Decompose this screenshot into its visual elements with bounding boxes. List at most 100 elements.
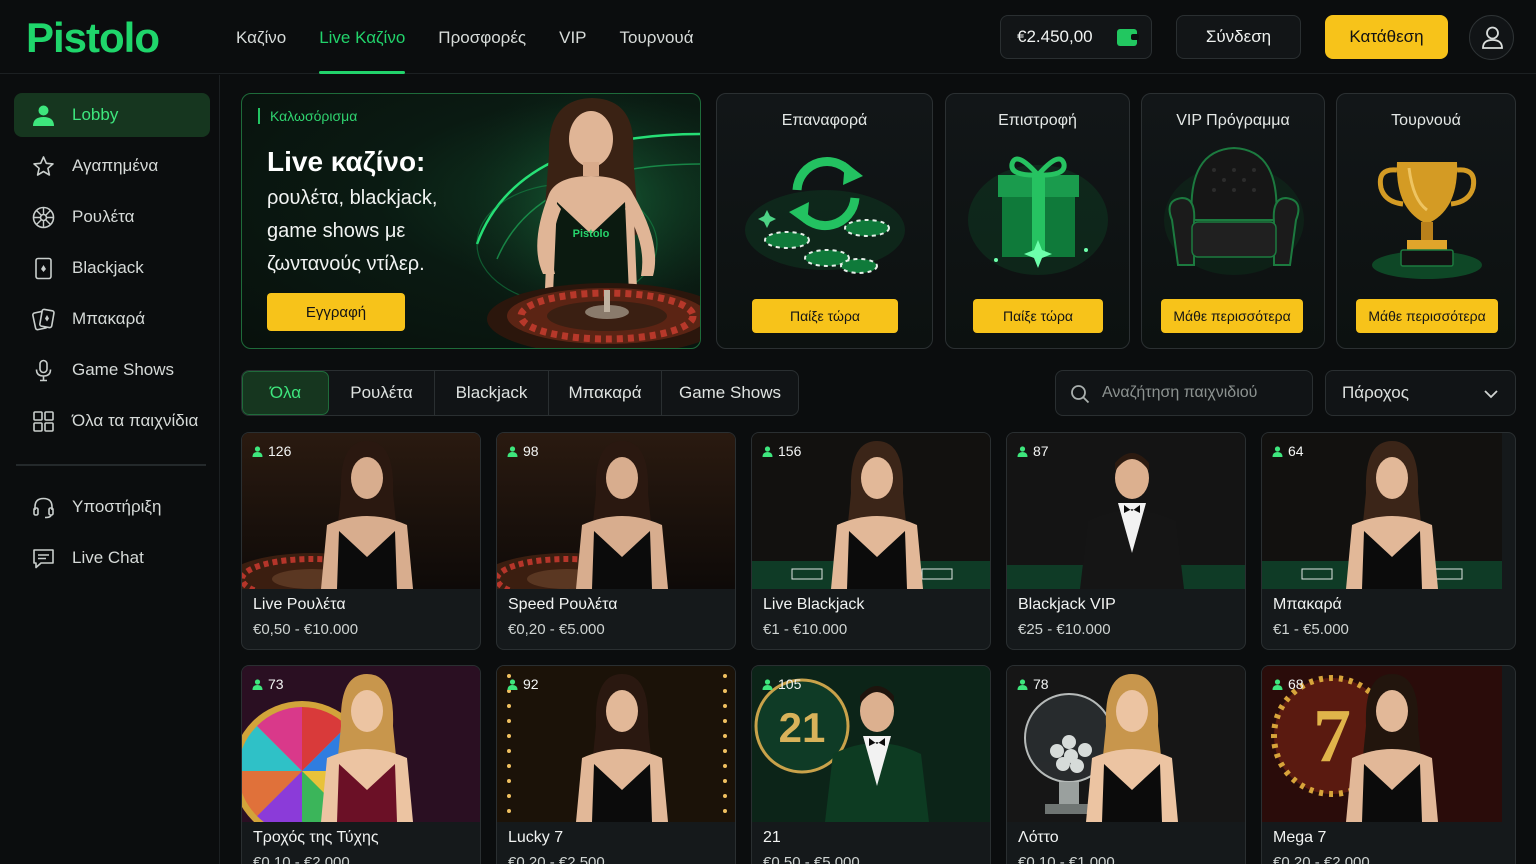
sidebar-item-lobby[interactable]: Lobby [14, 93, 210, 137]
hero-banner: Pistolo Καλωσόρισμα Live καζίνο: ρουλέτα… [241, 93, 701, 349]
game-title: Live Blackjack [763, 596, 865, 613]
search-input[interactable] [1102, 371, 1302, 415]
player-count-value: 156 [778, 443, 802, 459]
sidebar-item-support[interactable]: Υποστήριξη [14, 485, 210, 529]
promo-card-tournaments[interactable]: Τουρνουά Μάθε περισσότερα [1336, 93, 1516, 349]
filter-tab-blackjack[interactable]: Blackjack [435, 371, 549, 415]
promo-learn-more-button[interactable]: Μάθε περισσότερα [1161, 299, 1303, 333]
sidebar-item-live-chat[interactable]: Live Chat [14, 536, 210, 580]
brand-logo[interactable]: Pistolo [26, 14, 160, 62]
sidebar-item-label: Game Shows [72, 360, 175, 379]
game-title: Λόττο [1018, 829, 1059, 846]
sidebar-item-label: Blackjack [72, 258, 144, 277]
game-bet-limits: €0,20 - €2.500 [508, 854, 605, 864]
sidebar-item-all-games[interactable]: Όλα τα παιχνίδια [14, 399, 210, 443]
nav-live-casino[interactable]: Live Καζίνο [319, 0, 406, 74]
top-bar: Pistolo Καζίνο Live Καζίνο Προσφορές VIP… [0, 0, 1536, 74]
nav-casino[interactable]: Καζίνο [236, 0, 286, 74]
chat-icon [33, 549, 54, 569]
game-card[interactable]: 98 Speed Ρουλέτα €0,20 - €5.000 [496, 432, 736, 650]
sidebar-item-label: Υποστήριξη [72, 497, 162, 516]
promo-title: Τουρνουά [1391, 112, 1461, 129]
balance-amount: €2.450,00 [1017, 27, 1093, 46]
game-card[interactable]: 78 Λόττο €0,10 - €1.000 [1006, 665, 1246, 864]
player-count-value: 68 [1288, 676, 1304, 692]
promo-card-vip[interactable]: VIP Πρόγραμμα Μάθε περισσότερα [1141, 93, 1325, 349]
player-count-value: 64 [1288, 443, 1304, 459]
game-card[interactable]: 7 68 Mega 7 €0,20 - €2.000 [1261, 665, 1516, 864]
user-icon [1272, 678, 1283, 690]
sidebar-item-label: Αγαπημένα [72, 156, 159, 175]
sidebar-item-baccarat[interactable]: Μπακαρά [14, 297, 210, 341]
user-icon [1272, 445, 1283, 457]
sidebar-item-blackjack[interactable]: Blackjack [14, 246, 210, 290]
dealer-roulette-illustration: Pistolo [457, 94, 700, 348]
account-avatar-button[interactable] [1469, 15, 1514, 60]
deposit-button[interactable]: Κατάθεση [1325, 15, 1448, 59]
filter-tab-roulette[interactable]: Ρουλέτα [329, 371, 435, 415]
game-card[interactable]: 87 Blackjack VIP €25 - €10.000 [1006, 432, 1246, 650]
game-card[interactable]: 126 Live Ρουλέτα €0,50 - €10.000 [241, 432, 481, 650]
player-count-value: 73 [268, 676, 284, 692]
user-icon [1017, 445, 1028, 457]
user-icon [762, 445, 773, 457]
user-icon [252, 445, 263, 457]
game-card[interactable]: 92 Lucky 7 €0,20 - €2.500 [496, 665, 736, 864]
player-count-value: 78 [1033, 676, 1049, 692]
player-count: 64 [1272, 443, 1304, 459]
user-icon [507, 678, 518, 690]
promo-card-reload[interactable]: Επαναφορά Παίξε τώρα [716, 93, 933, 349]
wallet-icon [1117, 29, 1139, 46]
cards-icon [32, 308, 55, 331]
player-count-value: 92 [523, 676, 539, 692]
nav-vip[interactable]: VIP [559, 0, 586, 74]
game-title: Mega 7 [1273, 829, 1327, 846]
trophy-icon [1372, 162, 1482, 279]
game-card[interactable]: 21 105 21 €0,50 - €5.000 [751, 665, 991, 864]
filter-tab-game-shows[interactable]: Game Shows [662, 371, 798, 415]
balance-display[interactable]: €2.450,00 [1000, 15, 1152, 59]
main-nav: Καζίνο Live Καζίνο Προσφορές VIP Τουρνου… [236, 0, 694, 74]
promo-play-button[interactable]: Παίξε τώρα [973, 299, 1103, 333]
filter-tab-all[interactable]: Όλα [242, 371, 329, 415]
sidebar-item-roulette[interactable]: Ρουλέτα [14, 195, 210, 239]
player-count-value: 98 [523, 443, 539, 459]
promo-card-cashback[interactable]: Επιστροφή Παίξε τώρα [945, 93, 1130, 349]
promo-title: Επιστροφή [998, 112, 1077, 129]
sidebar-item-label: Lobby [72, 105, 119, 124]
user-icon [252, 678, 263, 690]
game-card[interactable]: 64 Μπακαρά €1 - €5.000 [1261, 432, 1516, 650]
register-button[interactable]: Εγγραφή [267, 293, 405, 331]
nav-promotions[interactable]: Προσφορές [438, 0, 526, 74]
sidebar-item-favorites[interactable]: Αγαπημένα [14, 144, 210, 188]
hero-title: Live καζίνο: [267, 146, 426, 177]
game-badge-seven: 7 [1313, 694, 1351, 778]
headset-icon [33, 497, 54, 519]
game-bet-limits: €0,50 - €10.000 [253, 621, 359, 638]
provider-select-value: Πάροχος [1342, 383, 1409, 402]
game-title: Speed Ρουλέτα [508, 596, 618, 613]
promo-learn-more-button[interactable]: Μάθε περισσότερα [1356, 299, 1498, 333]
nav-tournaments[interactable]: Τουρνουά [620, 0, 694, 74]
game-card[interactable]: 156 Live Blackjack €1 - €10.000 [751, 432, 991, 650]
grid-icon [33, 411, 54, 432]
filter-tab-baccarat[interactable]: Μπακαρά [549, 371, 662, 415]
search-icon [1071, 385, 1090, 404]
dealer-shirt-logo: Pistolo [573, 228, 610, 240]
hero-subtitle: ρουλέτα, blackjack, game shows με ζωνταν… [267, 187, 438, 275]
promo-play-button[interactable]: Παίξε τώρα [752, 299, 898, 333]
category-filter-tabs: Όλα Ρουλέτα Blackjack Μπακαρά Game Shows [241, 370, 799, 416]
sidebar-item-game-shows[interactable]: Game Shows [14, 348, 210, 392]
provider-select[interactable]: Πάροχος [1325, 370, 1516, 416]
sidebar-item-label: Μπακαρά [72, 309, 146, 328]
gift-icon [968, 156, 1108, 275]
promo-title: Επαναφορά [781, 112, 868, 129]
player-count: 92 [507, 676, 539, 692]
game-card[interactable]: 73 Τροχός της Τύχης €0,10 - €2.000 [241, 665, 481, 864]
player-count-value: 126 [268, 443, 292, 459]
player-count: 156 [762, 443, 801, 459]
player-count: 78 [1017, 676, 1049, 692]
login-button[interactable]: Σύνδεση [1176, 15, 1301, 59]
player-count: 98 [507, 443, 539, 459]
roulette-icon [32, 206, 55, 229]
